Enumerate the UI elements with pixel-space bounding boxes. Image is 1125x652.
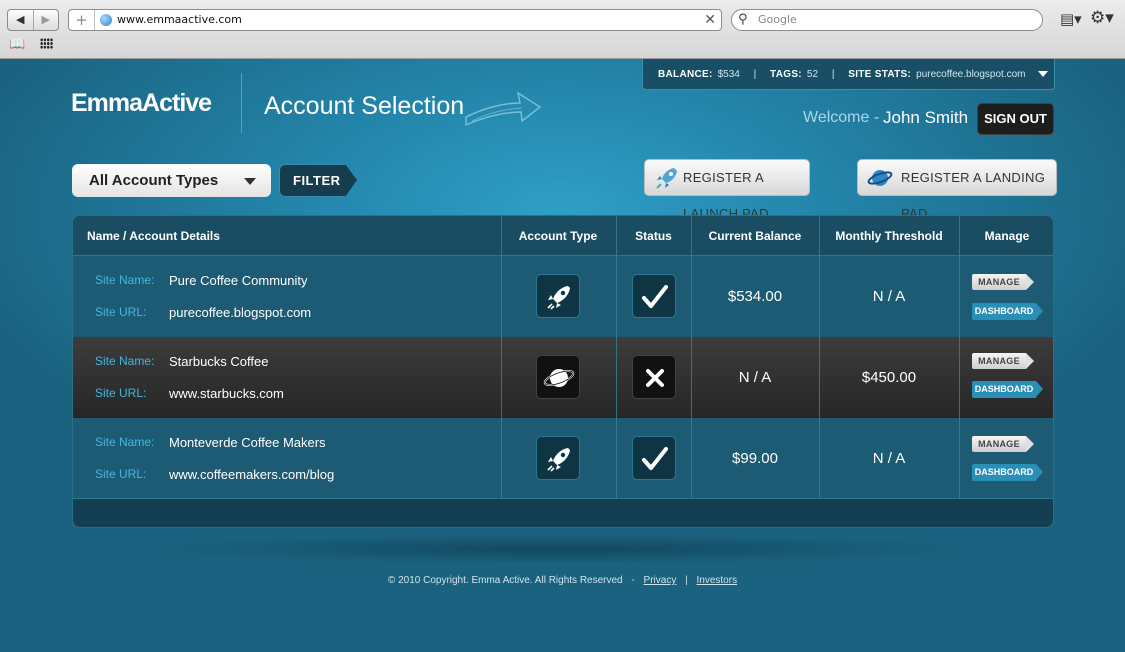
browser-toolbar: ◀ ▶ + www.emmaactive.com ✕ ⚲ Google ▤▾ ⚙… <box>0 0 1125 59</box>
balance-label: BALANCE: <box>658 69 713 80</box>
close-icon[interactable]: ✕ <box>704 10 716 30</box>
privacy-link[interactable]: Privacy <box>644 575 677 586</box>
logo[interactable]: EmmaActive <box>71 89 212 118</box>
site-name: Pure Coffee Community <box>169 273 308 288</box>
register-launch-pad-button[interactable]: REGISTER A LAUNCH PAD <box>644 159 810 221</box>
register-landing-label: REGISTER A LANDING PAD <box>901 170 1046 221</box>
chevron-down-icon[interactable] <box>1038 71 1049 78</box>
site-name-label: Site Name: <box>95 273 155 287</box>
register-landing-pad-button[interactable]: REGISTER A LANDING PAD <box>857 159 1057 221</box>
gear-icon[interactable]: ⚙▾ <box>1090 8 1114 28</box>
site-stats-value[interactable]: purecoffee.blogspot.com <box>916 69 1025 80</box>
column-header-threshold: Monthly Threshold <box>835 229 943 243</box>
manage-button[interactable]: MANAGE <box>972 353 1034 369</box>
copyright-text: © 2010 Copyright. Emma Active. All Right… <box>387 575 623 586</box>
account-type-value: All Account Types <box>89 172 219 189</box>
back-icon[interactable]: ◀ <box>8 10 33 30</box>
site-stats-label: SITE STATS: <box>848 69 912 80</box>
current-balance: N / A <box>738 369 772 386</box>
table-row: Site Name: Starbucks Coffee Site URL: ww… <box>73 337 1053 418</box>
column-header-status: Status <box>635 229 672 243</box>
top-sites-icon[interactable] <box>40 38 53 49</box>
account-type-select[interactable]: All Account Types <box>72 164 271 197</box>
column-divider <box>616 216 617 499</box>
register-launch-label: REGISTER A LAUNCH PAD <box>683 170 769 221</box>
search-input[interactable]: ⚲ Google <box>731 9 1043 31</box>
site-name-label: Site Name: <box>95 354 155 368</box>
footer-separator: - <box>631 575 635 586</box>
add-bookmark-icon[interactable]: + <box>69 10 95 30</box>
manage-button[interactable]: MANAGE <box>972 274 1034 290</box>
divider: | <box>831 69 835 80</box>
site-url[interactable]: www.starbucks.com <box>169 386 284 401</box>
footer-pipe: | <box>685 575 688 586</box>
table-row: Site Name: Monteverde Coffee Makers Site… <box>73 418 1053 499</box>
current-balance: $534.00 <box>727 288 783 305</box>
site-stats-bar: BALANCE: $534 | TAGS: 52 | SITE STATS: pure… <box>642 59 1055 90</box>
globe-icon <box>100 14 112 26</box>
arrow-icon <box>465 91 542 127</box>
username: John Smith <box>883 108 969 127</box>
planet-icon <box>536 355 580 399</box>
site-name-label: Site Name: <box>95 435 155 449</box>
table-header: Name / Account Details Account Type Stat… <box>73 216 1053 256</box>
check-icon <box>632 436 676 480</box>
current-balance: $99.00 <box>732 450 778 467</box>
chevron-down-icon <box>244 178 256 185</box>
sign-out-button[interactable]: SIGN OUT <box>977 103 1054 135</box>
tags-label: TAGS: <box>770 69 802 80</box>
page-menu-icon[interactable]: ▤▾ <box>1060 10 1082 28</box>
rocket-icon <box>536 436 580 480</box>
site-name: Starbucks Coffee <box>169 354 269 369</box>
check-icon <box>632 274 676 318</box>
column-divider <box>959 216 960 499</box>
table-shadow <box>150 534 970 564</box>
footer: © 2010 Copyright. Emma Active. All Right… <box>0 575 1125 586</box>
welcome-text: Welcome - <box>803 109 880 126</box>
site-url-label: Site URL: <box>95 467 147 481</box>
bookmarks-icon[interactable]: 📖 <box>9 37 25 52</box>
site-url[interactable]: purecoffee.blogspot.com <box>169 305 311 320</box>
cross-icon <box>632 355 676 399</box>
forward-icon[interactable]: ▶ <box>32 10 59 30</box>
investors-link[interactable]: Investors <box>697 575 738 586</box>
search-placeholder: Google <box>758 13 797 26</box>
divider: | <box>753 69 757 80</box>
monthly-threshold: N / A <box>872 450 906 467</box>
tags-value: 52 <box>806 69 819 80</box>
site-name: Monteverde Coffee Makers <box>169 435 326 450</box>
dashboard-button[interactable]: DASHBOARD <box>972 303 1043 320</box>
address-bar[interactable]: + www.emmaactive.com ✕ <box>68 9 722 31</box>
rocket-icon <box>656 168 677 189</box>
site-url-label: Site URL: <box>95 305 147 319</box>
monthly-threshold: $450.00 <box>861 369 917 386</box>
column-header-name: Name / Account Details <box>87 229 220 243</box>
nav-buttons: ◀ ▶ <box>7 9 59 31</box>
monthly-threshold: N / A <box>872 288 906 305</box>
table-row: Site Name: Pure Coffee Community Site UR… <box>73 256 1053 337</box>
filter-button[interactable]: FILTER <box>279 164 357 197</box>
site-url[interactable]: www.coffeemakers.com/blog <box>169 467 334 482</box>
column-header-account-type: Account Type <box>518 229 598 243</box>
column-divider <box>691 216 692 499</box>
page-title: Account Selection <box>264 92 465 120</box>
manage-button[interactable]: MANAGE <box>972 436 1034 452</box>
rocket-icon <box>536 274 580 318</box>
dashboard-button[interactable]: DASHBOARD <box>972 464 1043 481</box>
column-divider <box>819 216 820 499</box>
column-divider <box>501 216 502 499</box>
site-url-label: Site URL: <box>95 386 147 400</box>
dashboard-button[interactable]: DASHBOARD <box>972 381 1043 398</box>
planet-icon <box>867 170 893 186</box>
divider <box>241 73 242 133</box>
url-text[interactable]: www.emmaactive.com <box>117 10 242 30</box>
accounts-table: Name / Account Details Account Type Stat… <box>72 215 1054 528</box>
balance-value: $534 <box>717 69 740 80</box>
column-header-balance: Current Balance <box>708 229 802 243</box>
search-icon: ⚲ <box>738 12 748 27</box>
column-header-manage: Manage <box>984 229 1030 243</box>
page: BALANCE: $534 | TAGS: 52 | SITE STATS: pure… <box>0 59 1125 652</box>
